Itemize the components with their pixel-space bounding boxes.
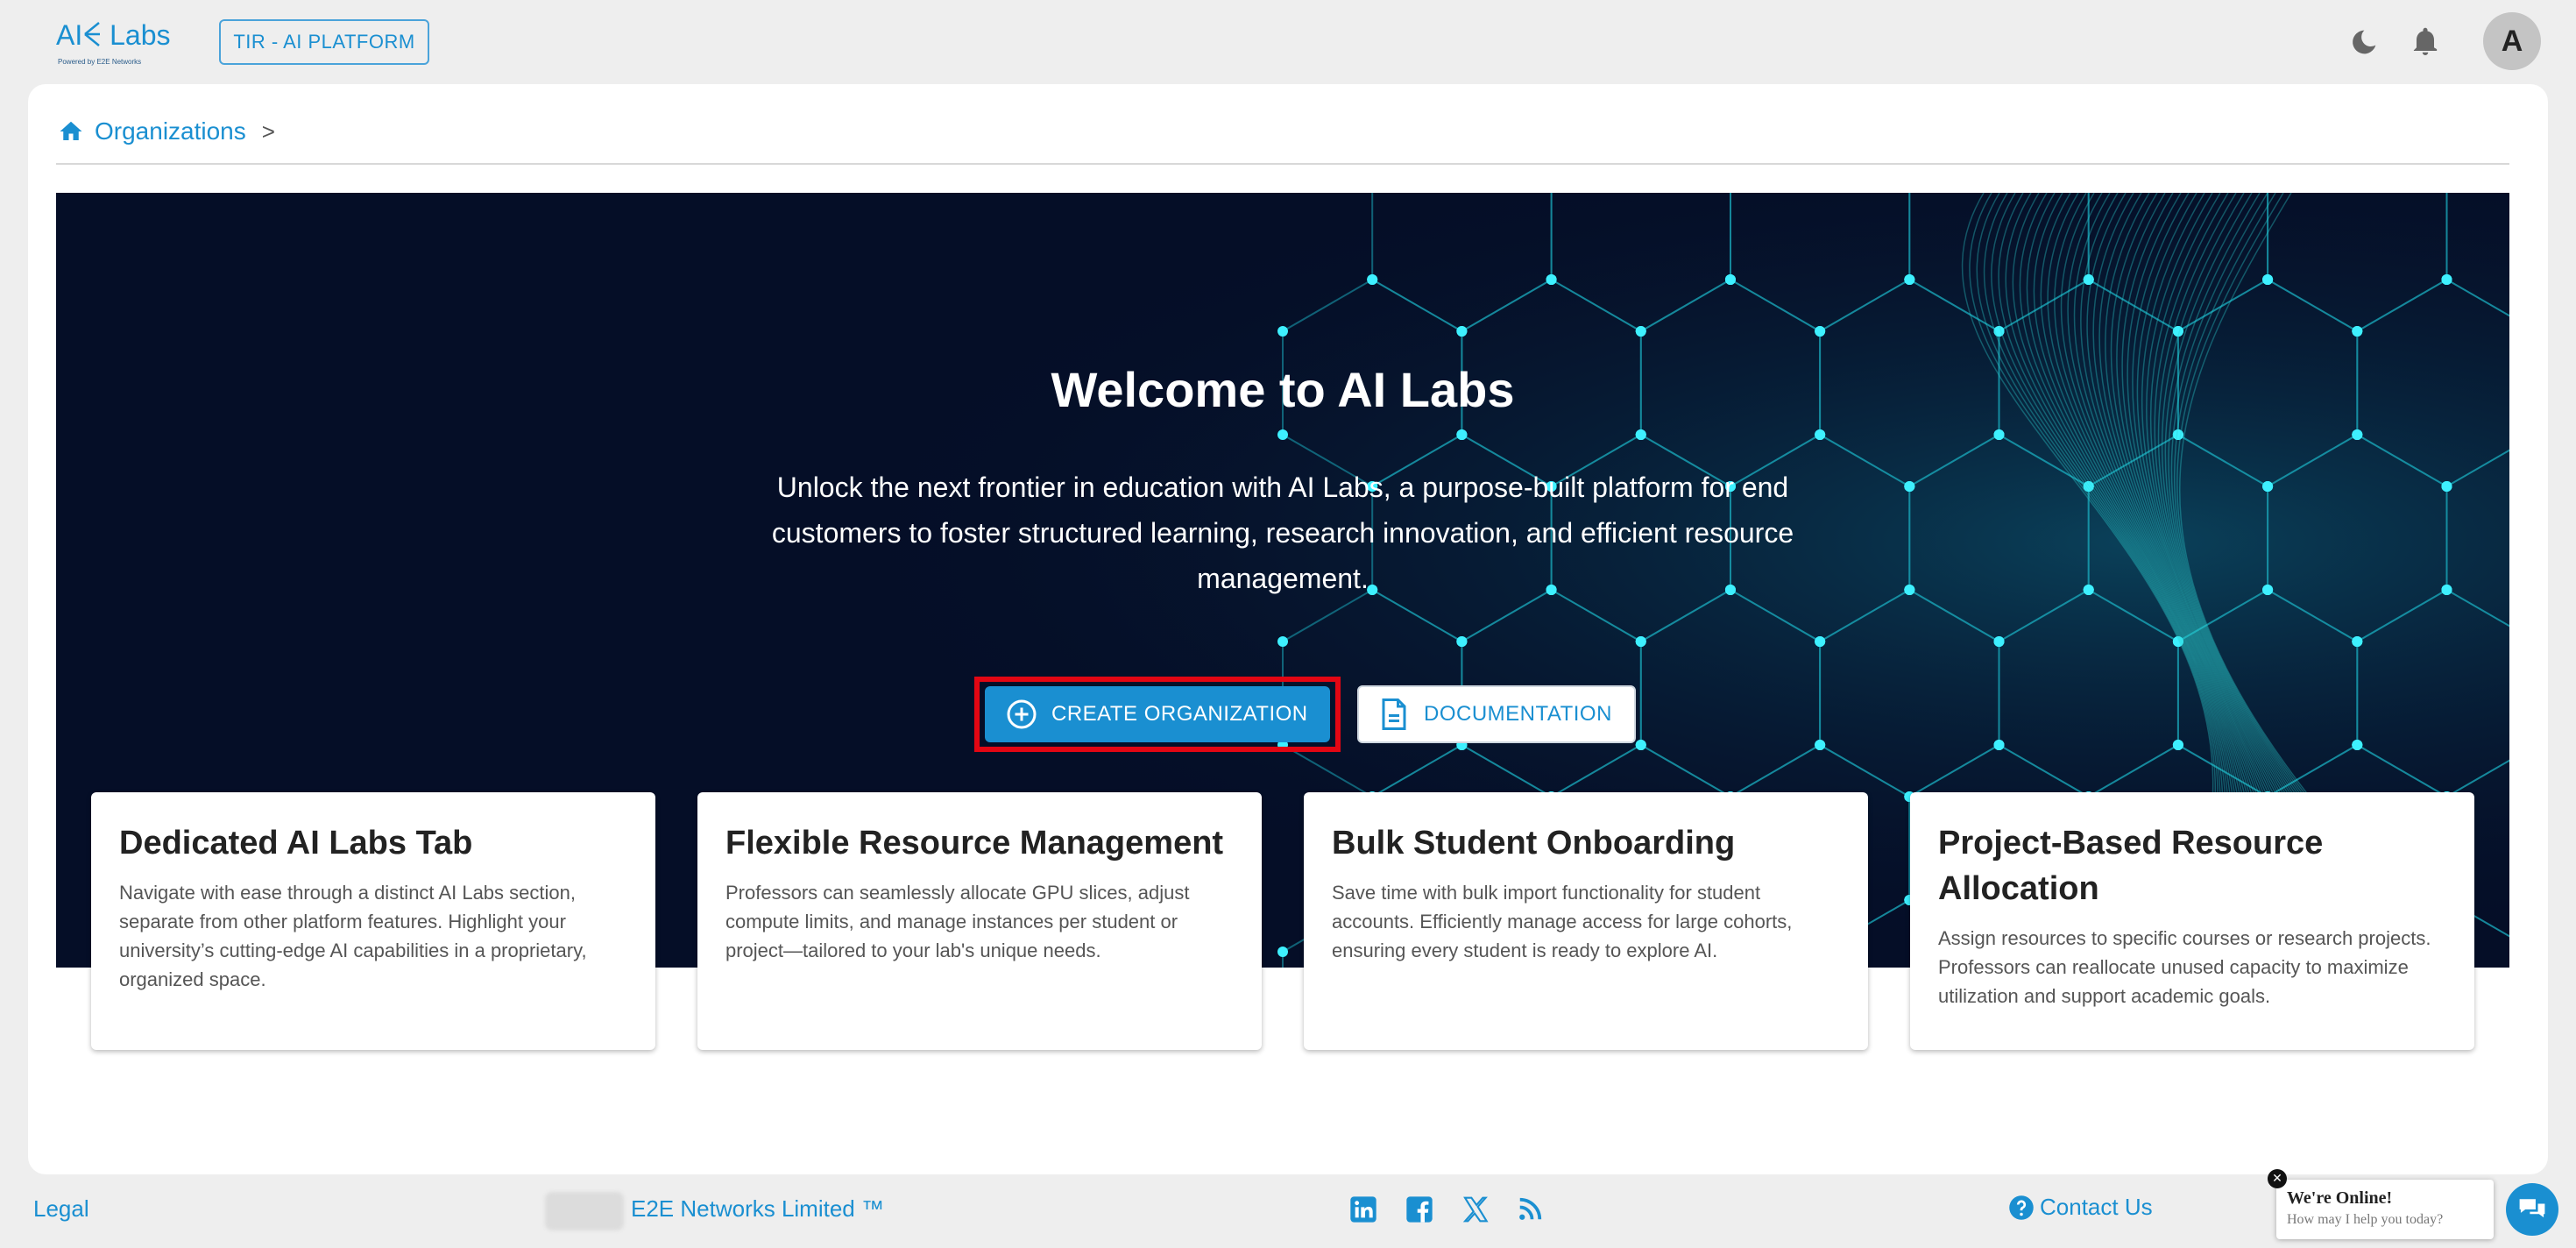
chat-launcher-button[interactable] xyxy=(2506,1183,2558,1236)
top-bar: AI Labs Powered by E2E Networks TIR - AI… xyxy=(0,0,2576,84)
ai-labs-logo[interactable]: AI Labs Powered by E2E Networks xyxy=(56,19,171,70)
network-node xyxy=(2441,481,2452,492)
network-node xyxy=(2352,326,2363,337)
network-node xyxy=(1456,326,1468,337)
rss-link[interactable] xyxy=(1514,1194,1546,1225)
network-node xyxy=(1635,429,1646,440)
feature-title: Dedicated AI Labs Tab xyxy=(119,825,473,862)
create-organization-label: CREATE ORGANIZATION xyxy=(1051,702,1308,726)
network-node xyxy=(1904,274,1915,285)
footer: Legal E2E Networks Limited ™ Contact Us xyxy=(0,1174,2576,1248)
facebook-link[interactable] xyxy=(1404,1194,1435,1225)
network-node xyxy=(1635,636,1646,647)
network-node xyxy=(1815,740,1826,750)
dark-mode-toggle[interactable] xyxy=(2345,23,2383,61)
network-node xyxy=(2262,585,2274,595)
logo-spark-icon xyxy=(84,22,101,46)
logo-powered-by: Powered by E2E Networks xyxy=(58,58,142,66)
network-node xyxy=(1277,636,1288,647)
feature-text: Navigate with ease through a distinct AI… xyxy=(119,882,587,990)
logo-text-ai: AI xyxy=(56,19,83,51)
feature-title: Project-Based Resource Allocation xyxy=(1938,825,2324,907)
chat-bubbles-icon xyxy=(2519,1199,2545,1218)
contact-us-label: Contact Us xyxy=(2040,1194,2153,1220)
network-node xyxy=(1993,429,2005,440)
network-node xyxy=(2262,481,2274,492)
linkedin-link[interactable] xyxy=(1348,1194,1379,1225)
main-content: Organizations > Welcome to AI Labs Unloc… xyxy=(28,84,2548,1174)
chat-subtitle: How may I help you today? xyxy=(2287,1212,2444,1227)
documentation-label: DOCUMENTATION xyxy=(1424,702,1612,726)
bell-icon xyxy=(2413,27,2438,55)
breadcrumb: Organizations > xyxy=(58,114,275,149)
feature-title: Flexible Resource Management xyxy=(725,825,1224,862)
feature-text: Assign resources to specific courses or … xyxy=(1938,927,2431,1007)
tir-platform-button[interactable]: TIR - AI PLATFORM xyxy=(219,19,429,65)
breadcrumb-divider xyxy=(56,163,2509,165)
create-organization-button[interactable]: CREATE ORGANIZATION xyxy=(985,686,1330,742)
facebook-icon xyxy=(1406,1196,1433,1223)
moon-icon xyxy=(2353,30,2376,54)
x-icon xyxy=(1462,1196,1489,1223)
network-node xyxy=(1815,636,1826,647)
feature-card-project-allocation: Project-Based Resource Allocation Assign… xyxy=(1910,792,2474,1050)
chat-popup[interactable]: ✕ We're Online! How may I help you today… xyxy=(2268,1169,2494,1239)
network-node xyxy=(1724,274,1736,285)
network-node xyxy=(1456,636,1468,647)
feature-card-bulk-onboarding: Bulk Student Onboarding Save time with b… xyxy=(1304,792,1868,1050)
document-icon xyxy=(1382,698,1406,730)
home-icon[interactable] xyxy=(58,118,84,145)
feature-title: Bulk Student Onboarding xyxy=(1332,825,1736,862)
network-node xyxy=(1904,585,1915,595)
network-node xyxy=(1277,947,1288,957)
hero-title: Welcome to AI Labs xyxy=(1051,362,1515,417)
blurred-logo xyxy=(545,1192,624,1230)
add-circle-icon xyxy=(1007,699,1037,729)
network-node xyxy=(1993,636,2005,647)
network-node xyxy=(2083,585,2094,595)
network-node xyxy=(1993,740,2005,750)
feature-card-dedicated-tab: Dedicated AI Labs Tab Navigate with ease… xyxy=(91,792,655,1050)
network-node xyxy=(2441,585,2452,595)
chat-title: We're Online! xyxy=(2287,1188,2393,1208)
network-node xyxy=(1277,326,1288,337)
network-node xyxy=(2352,740,2363,750)
notifications-button[interactable] xyxy=(2406,23,2445,61)
network-node xyxy=(2172,740,2183,750)
documentation-button[interactable]: DOCUMENTATION xyxy=(1357,685,1636,743)
feature-text: Professors can seamlessly allocate GPU s… xyxy=(725,882,1190,961)
network-node xyxy=(1456,429,1468,440)
contact-us-link[interactable]: Contact Us xyxy=(2008,1194,2153,1221)
feature-card-resource-management: Flexible Resource Management Professors … xyxy=(697,792,1262,1050)
network-node xyxy=(1277,429,1288,440)
logo-text-labs: Labs xyxy=(110,19,171,51)
network-node xyxy=(1815,326,1826,337)
help-circle-icon xyxy=(2009,1195,2034,1220)
network-node xyxy=(1635,326,1646,337)
x-link[interactable] xyxy=(1460,1194,1491,1225)
hero-description: Unlock the next frontier in education wi… xyxy=(771,472,1794,594)
network-node xyxy=(1635,740,1646,750)
rss-icon xyxy=(1519,1197,1542,1220)
network-node xyxy=(1367,274,1378,285)
network-node xyxy=(2352,429,2363,440)
user-avatar[interactable]: A xyxy=(2483,12,2541,70)
network-node xyxy=(1904,481,1915,492)
network-node xyxy=(2352,636,2363,647)
breadcrumb-separator: > xyxy=(261,117,275,145)
network-node xyxy=(1546,274,1557,285)
feature-text: Save time with bulk import functionality… xyxy=(1332,882,1793,961)
chat-close-button[interactable]: ✕ xyxy=(2268,1169,2287,1188)
breadcrumb-organizations[interactable]: Organizations xyxy=(95,117,246,145)
network-node xyxy=(2262,274,2274,285)
legal-link[interactable]: Legal xyxy=(33,1195,89,1223)
network-node xyxy=(1815,429,1826,440)
company-name: E2E Networks Limited ™ xyxy=(631,1195,884,1222)
network-node xyxy=(2441,274,2452,285)
linkedin-icon xyxy=(1350,1196,1376,1223)
